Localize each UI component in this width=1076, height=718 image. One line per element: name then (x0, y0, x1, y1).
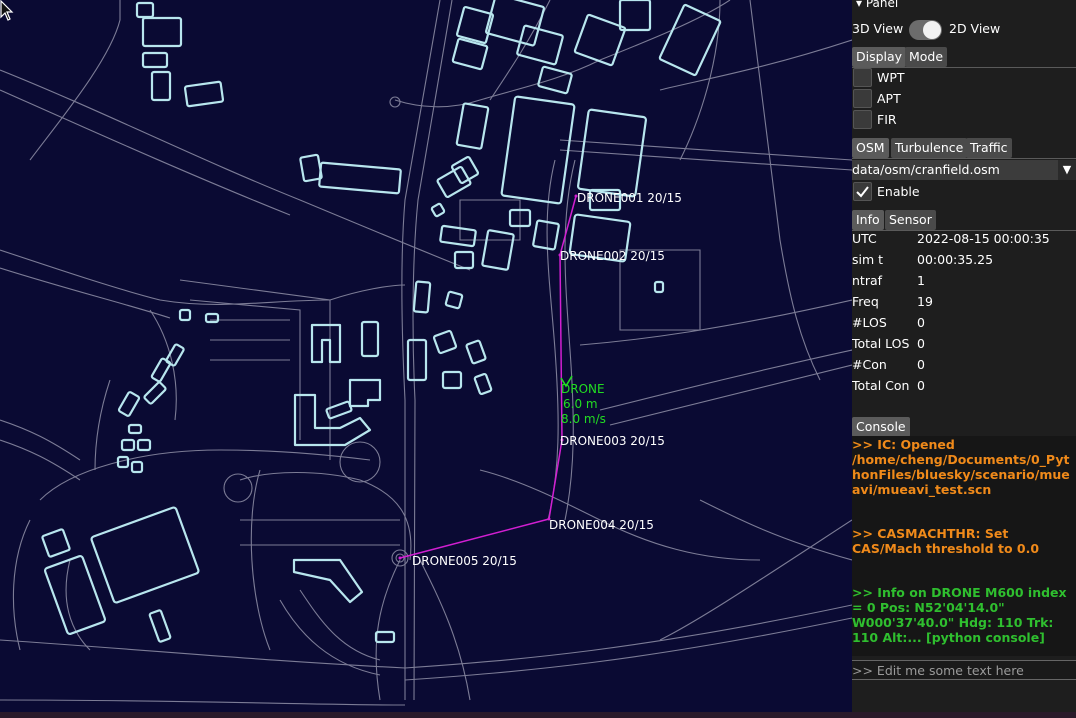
checkbox-row-wpt: WPT (852, 68, 1076, 89)
view-toggle-row: 3D View 2D View (852, 20, 1076, 42)
info-value: 0 (917, 315, 925, 330)
side-panel: ▾ Panel 3D View 2D View Display Mode WPT… (852, 0, 1076, 712)
info-row: Total LOS 0 (852, 336, 1076, 357)
info-key: UTC (852, 231, 877, 246)
tab-turbulence[interactable]: Turbulence (891, 138, 968, 158)
apt-checkbox[interactable] (853, 89, 872, 108)
info-row: sim t 00:00:35.25 (852, 252, 1076, 273)
info-key: Freq (852, 294, 879, 309)
console-message: >> Info on DRONE M600 index = 0 Pos: N52… (852, 585, 1067, 645)
mouse-cursor-icon (0, 0, 14, 21)
map-canvas[interactable] (0, 0, 852, 718)
checkbox-label: FIR (877, 112, 897, 127)
checkbox-row-apt: APT (852, 89, 1076, 110)
tab-traffic[interactable]: Traffic (966, 138, 1012, 158)
info-value: 1 (917, 273, 925, 288)
aircraft-speed: 8.0 m/s (561, 412, 606, 426)
tab-info[interactable]: Info (852, 210, 884, 230)
console-output[interactable]: >> IC: Opened /home/cheng/Documents/0_Py… (852, 436, 1076, 656)
waypoint-label: DRONE003 20/15 (560, 434, 665, 448)
info-row: Total Con 0 (852, 378, 1076, 399)
tab-display[interactable]: Display (852, 47, 907, 67)
tab-console[interactable]: Console (852, 417, 910, 437)
info-value: 0 (917, 378, 925, 393)
info-key: sim t (852, 252, 884, 267)
tab-divider (852, 158, 1076, 159)
bottom-strip (0, 712, 1076, 718)
info-row: Freq 19 (852, 294, 1076, 315)
info-row: #LOS 0 (852, 315, 1076, 336)
view-2d-label: 2D View (949, 21, 1001, 36)
info-value: 0 (917, 357, 925, 372)
enable-label: Enable (877, 184, 920, 199)
aircraft-altitude: 6.0 m (563, 397, 598, 411)
info-value: 2022-08-15 00:00:35 (917, 231, 1050, 246)
checkbox-row-fir: FIR (852, 110, 1076, 131)
info-value: 00:00:35.25 (917, 252, 994, 267)
info-key: Total LOS (852, 336, 910, 351)
info-key: #Con (852, 357, 887, 372)
info-key: ntraf (852, 273, 883, 288)
view-toggle-switch[interactable] (909, 20, 942, 40)
osm-file-value: data/osm/cranfield.osm (852, 162, 1000, 177)
toggle-knob (923, 21, 941, 39)
info-row: #Con 0 (852, 357, 1076, 378)
enable-row: Enable (852, 182, 1076, 203)
info-value: 0 (917, 336, 925, 351)
waypoint-label: DRONE005 20/15 (412, 554, 517, 568)
tab-mode[interactable]: Mode (905, 47, 948, 67)
osm-file-select[interactable]: data/osm/cranfield.osm ▼ (852, 160, 1076, 180)
info-row: UTC 2022-08-15 00:00:35 (852, 231, 1076, 252)
checkbox-label: APT (877, 91, 901, 106)
panel-footer (852, 682, 1076, 712)
waypoint-label: DRONE004 20/15 (549, 518, 654, 532)
checkmark-icon (856, 186, 869, 198)
tab-sensor[interactable]: Sensor (885, 210, 936, 230)
building-outlines (41, 0, 722, 644)
wpt-checkbox[interactable] (853, 68, 872, 87)
view-3d-label: 3D View (852, 21, 904, 36)
dropdown-arrow-icon[interactable]: ▼ (1058, 160, 1076, 180)
info-value: 19 (917, 294, 933, 309)
panel-header[interactable]: ▾ Panel (852, 0, 898, 10)
info-row: ntraf 1 (852, 273, 1076, 294)
console-message: >> CASMACHTHR: Set CAS/Mach threshold to… (852, 526, 1040, 556)
aircraft-id: DRONE (561, 382, 605, 396)
console-message: >> IC: Opened /home/cheng/Documents/0_Py… (852, 437, 1070, 497)
waypoint-label: DRONE001 20/15 (577, 191, 682, 205)
enable-checkbox[interactable] (853, 182, 872, 201)
info-key: #LOS (852, 315, 887, 330)
fir-checkbox[interactable] (853, 110, 872, 129)
map-view[interactable]: DRONE001 20/15 DRONE002 20/15 DRONE003 2… (0, 0, 852, 718)
console-input[interactable] (852, 660, 1076, 680)
checkbox-label: WPT (877, 70, 905, 85)
tab-osm[interactable]: OSM (852, 138, 889, 158)
info-key: Total Con (852, 378, 910, 393)
waypoint-label: DRONE002 20/15 (560, 249, 665, 263)
